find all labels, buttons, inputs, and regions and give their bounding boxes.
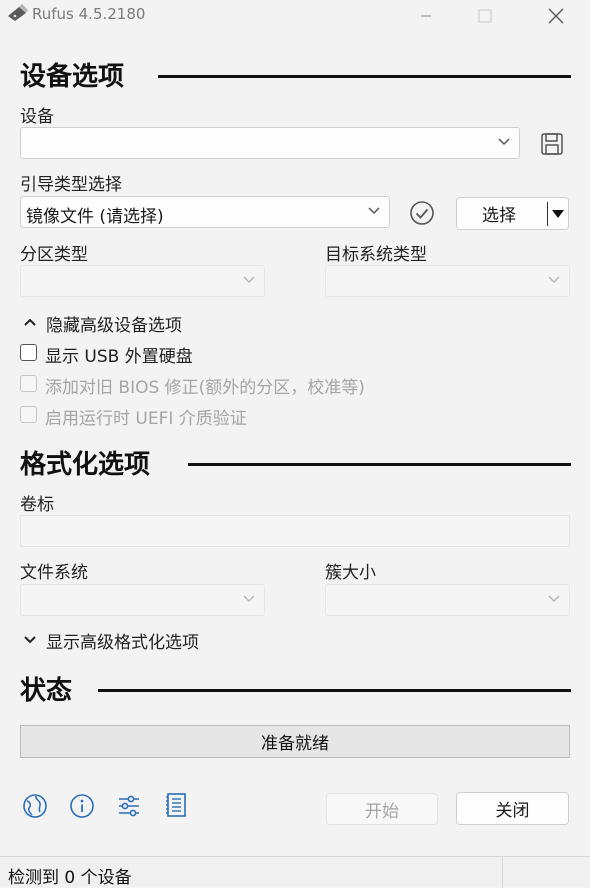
close-icon bbox=[548, 8, 564, 24]
status-bar: 检测到 0 个设备 bbox=[0, 856, 590, 888]
chevron-down-icon bbox=[498, 138, 510, 146]
device-select[interactable] bbox=[20, 127, 520, 159]
status-section-title: 状态 bbox=[20, 676, 73, 706]
progress-bar: 准备就绪 bbox=[20, 725, 570, 758]
advanced-format-toggle-label: 显示高级格式化选项 bbox=[46, 633, 199, 653]
cluster-size-label: 簇大小 bbox=[325, 563, 376, 583]
boot-selection-value: 镜像文件 (请选择) bbox=[26, 207, 164, 227]
option-label: 启用运行时 UEFI 介质验证 bbox=[45, 409, 247, 429]
usb-drive-icon bbox=[8, 4, 28, 21]
device-label: 设备 bbox=[20, 107, 54, 127]
minimize-icon bbox=[421, 15, 431, 17]
title-bar[interactable]: Rufus 4.5.2180 bbox=[0, 0, 590, 32]
save-icon[interactable] bbox=[540, 132, 564, 156]
boot-selection-label: 引导类型选择 bbox=[20, 175, 122, 195]
section-divider bbox=[158, 75, 571, 78]
cluster-size-select[interactable] bbox=[325, 584, 570, 616]
select-image-label: 选择 bbox=[482, 206, 516, 226]
close-button-label: 关闭 bbox=[495, 801, 530, 821]
partition-scheme-label: 分区类型 bbox=[20, 245, 88, 265]
close-window-button[interactable] bbox=[533, 0, 579, 32]
window-title: Rufus 4.5.2180 bbox=[32, 5, 146, 23]
minimize-button[interactable] bbox=[403, 0, 449, 32]
partition-scheme-select[interactable] bbox=[20, 265, 265, 297]
chevron-down-icon bbox=[24, 636, 36, 644]
log-icon[interactable] bbox=[163, 792, 189, 818]
close-button[interactable]: 关闭 bbox=[456, 792, 569, 825]
info-icon[interactable] bbox=[69, 793, 95, 819]
option-old-bios-fix[interactable]: 添加对旧 BIOS 修正(额外的分区，校准等) bbox=[20, 373, 420, 398]
maximize-icon bbox=[478, 9, 492, 23]
option-show-usb-hdd[interactable]: 显示 USB 外置硬盘 bbox=[20, 342, 420, 367]
maximize-button[interactable] bbox=[462, 0, 508, 32]
toggle-advanced-device-options[interactable]: 隐藏高级设备选项 bbox=[20, 311, 320, 336]
option-label: 添加对旧 BIOS 修正(额外的分区，校准等) bbox=[45, 378, 365, 398]
progress-text: 准备就绪 bbox=[261, 734, 329, 754]
select-image-button[interactable]: 选择 bbox=[456, 197, 569, 230]
status-bar-separator bbox=[502, 857, 503, 888]
option-uefi-validation[interactable]: 启用运行时 UEFI 介质验证 bbox=[20, 404, 420, 429]
dropdown-arrow-icon[interactable] bbox=[551, 208, 565, 220]
chevron-down-icon bbox=[548, 595, 560, 603]
sliders-icon[interactable] bbox=[116, 793, 142, 819]
check-circle-icon[interactable] bbox=[409, 200, 435, 226]
checkbox[interactable] bbox=[20, 406, 37, 423]
checkbox[interactable] bbox=[20, 344, 37, 361]
checkbox[interactable] bbox=[20, 375, 37, 392]
chevron-up-icon bbox=[24, 318, 36, 326]
device-section-title: 设备选项 bbox=[20, 62, 125, 92]
chevron-down-icon bbox=[548, 276, 560, 284]
advanced-device-toggle-label: 隐藏高级设备选项 bbox=[46, 316, 182, 336]
filesystem-label: 文件系统 bbox=[20, 563, 88, 583]
volume-label-input[interactable] bbox=[20, 515, 570, 547]
toggle-advanced-format-options[interactable]: 显示高级格式化选项 bbox=[20, 628, 320, 653]
format-section-title: 格式化选项 bbox=[20, 450, 151, 480]
target-system-label: 目标系统类型 bbox=[325, 245, 427, 265]
start-button-label: 开始 bbox=[365, 801, 399, 822]
section-divider bbox=[98, 689, 571, 692]
filesystem-select[interactable] bbox=[20, 584, 265, 616]
start-button[interactable]: 开始 bbox=[326, 793, 438, 825]
target-system-select[interactable] bbox=[325, 265, 570, 297]
chevron-down-icon bbox=[243, 276, 255, 284]
chevron-down-icon bbox=[368, 207, 380, 215]
option-label: 显示 USB 外置硬盘 bbox=[45, 347, 193, 367]
chevron-down-icon bbox=[243, 595, 255, 603]
volume-label-label: 卷标 bbox=[20, 495, 54, 515]
boot-selection-select[interactable]: 镜像文件 (请选择) bbox=[20, 196, 390, 228]
split-separator bbox=[547, 202, 548, 226]
globe-icon[interactable] bbox=[22, 793, 48, 819]
section-divider bbox=[188, 463, 571, 466]
status-bar-text: 检测到 0 个设备 bbox=[8, 868, 132, 888]
